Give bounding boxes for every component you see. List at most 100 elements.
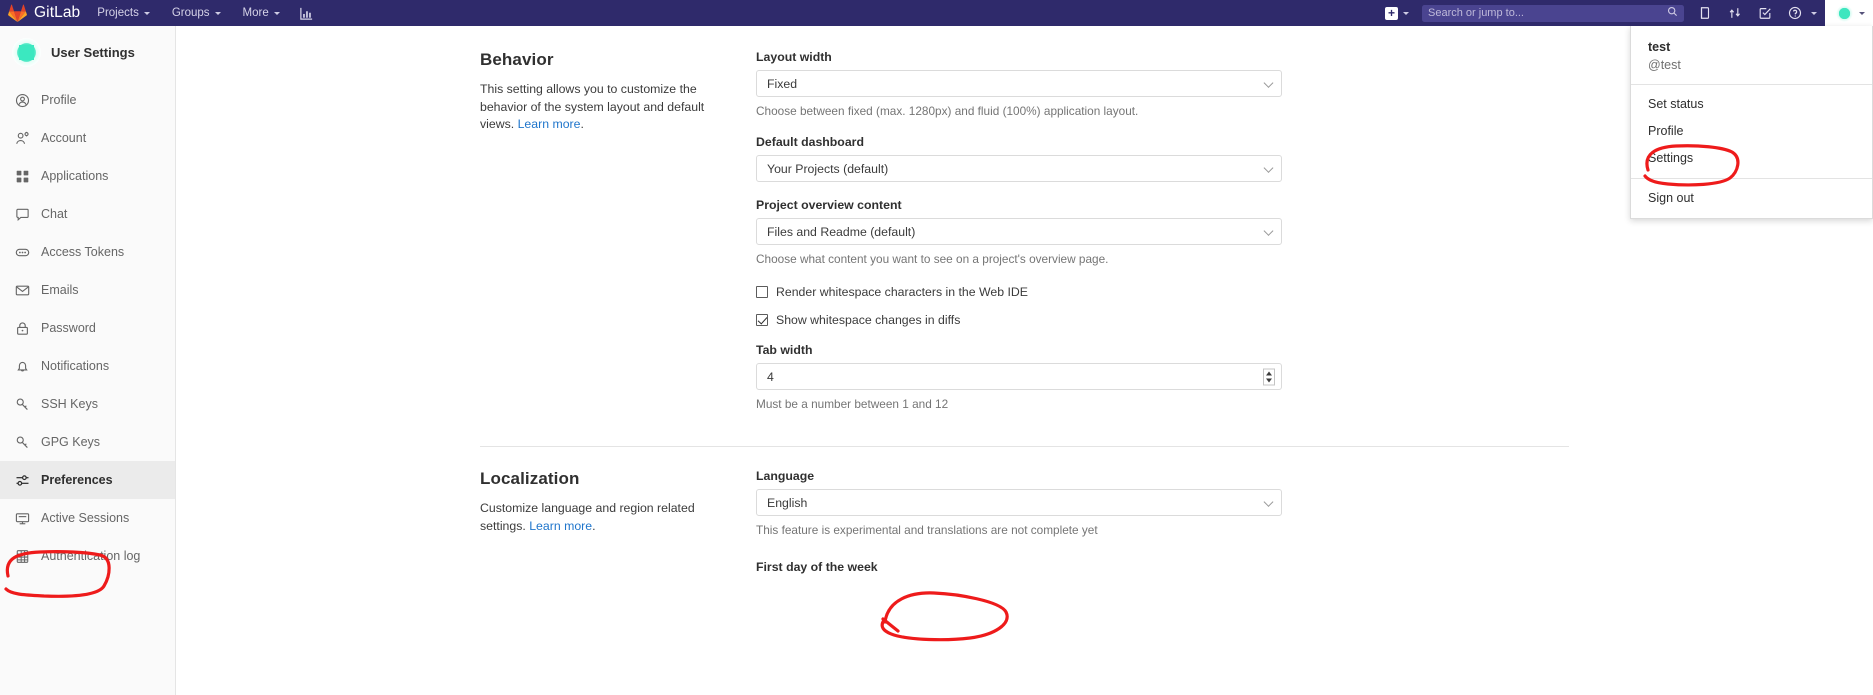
dropdown-signout-group: Sign out: [1631, 179, 1872, 218]
sidebar-item-active-sessions[interactable]: Active Sessions: [0, 499, 175, 537]
help-button[interactable]: [1780, 0, 1825, 26]
nav-groups[interactable]: Groups: [161, 0, 232, 26]
behavior-description-column: Behavior This setting allows you to cust…: [480, 50, 756, 428]
merge-requests-button[interactable]: [1720, 0, 1750, 26]
project-overview-helper: Choose what content you want to see on a…: [756, 252, 1109, 266]
language-helper: This feature is experimental and transla…: [756, 523, 1098, 537]
sidebar-item-preferences[interactable]: Preferences: [0, 461, 175, 499]
project-overview-field: Project overview content Files and Readm…: [756, 198, 1282, 267]
default-dashboard-select[interactable]: Your Projects (default): [756, 155, 1282, 182]
behavior-description-text: This setting allows you to customize the…: [480, 82, 705, 131]
sidebar-item-access-tokens[interactable]: Access Tokens: [0, 233, 175, 271]
localization-description: Customize language and region related se…: [480, 500, 732, 535]
chevron-down-icon: [1263, 496, 1274, 507]
tab-width-field: Tab width 4 Must be a number between 1 a…: [756, 343, 1282, 412]
chevron-down-icon: [143, 11, 150, 15]
user-gear-icon: [14, 130, 30, 146]
show-whitespace-checkbox[interactable]: [756, 314, 768, 326]
sidebar-item-chat[interactable]: Chat: [0, 195, 175, 233]
gitlab-logo-link[interactable]: GitLab: [0, 0, 86, 26]
menu-item-set-status[interactable]: Set status: [1631, 91, 1872, 118]
nav-projects[interactable]: Projects: [86, 0, 161, 26]
todos-button[interactable]: [1750, 0, 1780, 26]
render-whitespace-checkbox[interactable]: [756, 286, 768, 298]
language-select[interactable]: English: [756, 489, 1282, 516]
tab-width-label: Tab width: [756, 343, 813, 357]
render-whitespace-checkbox-row[interactable]: Render whitespace characters in the Web …: [756, 285, 1282, 299]
localization-description-column: Localization Customize language and regi…: [480, 469, 756, 590]
sidebar-item-label: Password: [41, 321, 96, 335]
chevron-down-icon: [214, 11, 221, 15]
chevron-down-icon: [1403, 11, 1409, 15]
project-overview-value: Files and Readme (default): [767, 224, 916, 239]
user-menu-button[interactable]: [1825, 0, 1873, 26]
sidebar-item-notifications[interactable]: Notifications: [0, 347, 175, 385]
localization-fields-column: Language English This feature is experim…: [756, 469, 1282, 590]
project-overview-select[interactable]: Files and Readme (default): [756, 218, 1282, 245]
menu-item-profile[interactable]: Profile: [1631, 118, 1872, 145]
key-icon: [14, 434, 30, 450]
page-title: User Settings: [51, 45, 135, 60]
user-dropdown-menu: test @test Set status Profile Settings S…: [1630, 26, 1873, 219]
todos-icon: [1758, 6, 1772, 20]
behavior-description: This setting allows you to customize the…: [480, 81, 732, 134]
sidebar-item-password[interactable]: Password: [0, 309, 175, 347]
analytics-button[interactable]: [291, 0, 322, 26]
key-icon: [14, 396, 30, 412]
dropdown-user-name: test: [1648, 40, 1671, 54]
behavior-learn-more-link[interactable]: Learn more: [518, 117, 581, 131]
language-label: Language: [756, 469, 815, 483]
issues-button[interactable]: [1690, 0, 1720, 26]
menu-item-settings[interactable]: Settings: [1631, 145, 1872, 172]
chevron-down-icon: [1263, 162, 1274, 173]
top-navbar: GitLab Projects Groups More + Search or …: [0, 0, 1873, 26]
sidebar-item-emails[interactable]: Emails: [0, 271, 175, 309]
default-dashboard-label: Default dashboard: [756, 135, 864, 149]
sidebar-item-gpg-keys[interactable]: GPG Keys: [0, 423, 175, 461]
sidebar-item-profile[interactable]: Profile: [0, 81, 175, 119]
avatar: [1835, 3, 1854, 23]
search-input[interactable]: Search or jump to...: [1422, 4, 1684, 22]
default-dashboard-field: Default dashboard Your Projects (default…: [756, 135, 1282, 182]
localization-learn-more-link[interactable]: Learn more: [529, 519, 592, 533]
first-day-field: First day of the week: [756, 560, 1282, 574]
envelope-icon: [14, 282, 30, 298]
nav-projects-label: Projects: [97, 7, 139, 19]
render-whitespace-label: Render whitespace characters in the Web …: [776, 285, 1028, 299]
new-item-button[interactable]: +: [1378, 0, 1416, 26]
layout-width-select[interactable]: Fixed: [756, 70, 1282, 97]
behavior-section: Behavior This setting allows you to cust…: [480, 26, 1569, 428]
sidebar-item-label: Authentication log: [41, 549, 141, 563]
sidebar-item-authentication-log[interactable]: Authentication log: [0, 537, 175, 575]
nav-more[interactable]: More: [232, 0, 291, 26]
tab-width-helper: Must be a number between 1 and 12: [756, 397, 949, 411]
tab-width-input[interactable]: 4: [756, 363, 1282, 390]
dropdown-item-list: Set status Profile Settings: [1631, 85, 1872, 178]
sidebar-item-applications[interactable]: Applications: [0, 157, 175, 195]
stepper-up-icon[interactable]: [1266, 371, 1272, 375]
chevron-down-icon: [273, 11, 280, 15]
sidebar-item-label: Profile: [41, 93, 77, 107]
nav-more-label: More: [242, 7, 269, 19]
tab-width-stepper[interactable]: [1263, 368, 1275, 385]
first-day-label: First day of the week: [756, 560, 878, 574]
sidebar-item-label: Emails: [41, 283, 79, 297]
language-value: English: [767, 495, 808, 510]
search-placeholder: Search or jump to...: [1428, 7, 1524, 19]
plus-square-icon: +: [1385, 6, 1398, 20]
show-whitespace-label: Show whitespace changes in diffs: [776, 313, 961, 327]
localization-heading: Localization: [480, 469, 580, 488]
layout-width-value: Fixed: [767, 76, 798, 91]
menu-item-sign-out[interactable]: Sign out: [1631, 185, 1872, 212]
gitlab-brand-text: GitLab: [34, 4, 81, 21]
stepper-down-icon[interactable]: [1266, 378, 1272, 382]
sidebar-item-account[interactable]: Account: [0, 119, 175, 157]
sidebar-item-label: GPG Keys: [41, 435, 101, 449]
sidebar-item-label: Preferences: [41, 473, 113, 487]
tab-width-value: 4: [767, 369, 774, 384]
chevron-down-icon: [1263, 77, 1274, 88]
show-whitespace-checkbox-row[interactable]: Show whitespace changes in diffs: [756, 313, 1282, 327]
sidebar-item-ssh-keys[interactable]: SSH Keys: [0, 385, 175, 423]
dropdown-user-handle: @test: [1648, 58, 1681, 72]
chevron-down-icon: [1859, 11, 1865, 15]
